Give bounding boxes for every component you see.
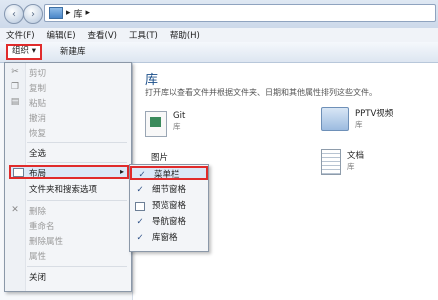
check-icon: ✓ xyxy=(136,233,144,243)
organize-label: 组织 xyxy=(12,46,30,56)
title-bar: ‹ › ▸ 库 ▸ xyxy=(0,0,438,29)
menu-file[interactable]: 文件(F) xyxy=(0,29,41,41)
menu-item-folder-options[interactable]: 文件夹和搜索选项 xyxy=(29,183,97,195)
menu-item-delete[interactable]: 删除 xyxy=(29,205,46,217)
submenu-item-label: 导航窗格 xyxy=(152,217,187,227)
page-title: 库 xyxy=(145,73,159,88)
copy-icon: ❐ xyxy=(10,82,20,92)
menu-item-paste[interactable]: 粘贴 xyxy=(29,97,46,109)
item-name: PPTV视频 xyxy=(355,109,394,119)
back-button[interactable]: ‹ xyxy=(4,4,24,24)
submenu-item-details-pane[interactable]: ✓ 细节窗格 xyxy=(130,183,208,197)
submenu-item-preview-pane[interactable]: 预览窗格 xyxy=(130,199,208,213)
submenu-item-label: 预览窗格 xyxy=(152,201,187,211)
submenu-item-library-pane[interactable]: ✓ 库窗格 xyxy=(130,231,208,245)
menu-edit[interactable]: 编辑(E) xyxy=(41,29,82,41)
menu-separator xyxy=(27,162,127,163)
check-icon: ✓ xyxy=(138,170,146,180)
paste-icon: ▤ xyxy=(10,97,20,107)
video-library-icon xyxy=(321,107,349,131)
check-icon: ✓ xyxy=(136,217,144,227)
item-type: 库 xyxy=(355,120,363,129)
menu-item-layout[interactable]: 布局 ▸ xyxy=(9,165,129,179)
layout-icon xyxy=(13,168,24,177)
layout-submenu: ✓ 菜单栏 ✓ 细节窗格 预览窗格 ✓ 导航窗格 ✓ 库窗格 xyxy=(129,164,209,252)
forward-button[interactable]: › xyxy=(23,4,43,24)
item-name: Git xyxy=(173,111,186,121)
menu-item-select-all[interactable]: 全选 xyxy=(29,147,46,159)
address-bar[interactable]: ▸ 库 ▸ xyxy=(44,4,436,22)
menu-item-rename[interactable]: 重命名 xyxy=(29,220,55,232)
library-item-pptv[interactable]: PPTV视频 库 xyxy=(321,107,393,131)
menu-bar: 文件(F) 编辑(E) 查看(V) 工具(T) 帮助(H) xyxy=(0,28,438,42)
documents-icon xyxy=(321,149,341,175)
new-library-button[interactable]: 新建库 xyxy=(60,45,86,59)
library-item-git[interactable]: Git 库 xyxy=(145,111,185,137)
menu-item-layout-label: 布局 xyxy=(29,169,47,179)
library-description: 打开库以查看文件并根据文件夹、日期和其他属性排列这些文件。 xyxy=(145,88,377,97)
command-toolbar: 组织 ▾ 新建库 xyxy=(0,42,438,63)
submenu-item-label: 菜单栏 xyxy=(154,170,180,180)
menu-separator xyxy=(27,200,127,201)
item-type: 库 xyxy=(173,122,181,131)
submenu-item-label: 库窗格 xyxy=(152,233,178,243)
organize-menu: ✂ 剪切 ❐ 复制 ▤ 粘贴 撤消 恢复 全选 布局 ▸ 文件夹和搜索选项 ✕ … xyxy=(4,62,132,292)
address-separator-icon: ▸ xyxy=(85,8,91,18)
menu-separator xyxy=(27,142,127,143)
menu-item-close[interactable]: 关闭 xyxy=(29,271,46,283)
chevron-down-icon: ▾ xyxy=(31,46,36,56)
menu-item-cut[interactable]: 剪切 xyxy=(29,67,46,79)
menu-item-redo[interactable]: 恢复 xyxy=(29,127,46,139)
address-separator-icon: ▸ xyxy=(66,8,71,18)
submenu-item-navigation-pane[interactable]: ✓ 导航窗格 xyxy=(130,215,208,229)
x-icon: ✕ xyxy=(11,205,19,215)
address-path[interactable]: 库 xyxy=(74,7,83,20)
organize-button[interactable]: 组织 ▾ xyxy=(6,44,42,60)
library-item-documents[interactable]: 文档 库 xyxy=(321,149,364,175)
menu-view[interactable]: 查看(V) xyxy=(82,29,123,41)
library-icon xyxy=(145,111,167,137)
menu-item-copy[interactable]: 复制 xyxy=(29,82,46,94)
check-icon: ✓ xyxy=(136,185,144,195)
menu-separator xyxy=(27,266,127,267)
submenu-arrow-icon: ▸ xyxy=(119,167,124,176)
menu-item-undo[interactable]: 撤消 xyxy=(29,112,46,124)
submenu-item-menubar[interactable]: ✓ 菜单栏 xyxy=(130,166,208,180)
menu-tools[interactable]: 工具(T) xyxy=(123,29,164,41)
menu-item-remove-properties[interactable]: 删除属性 xyxy=(29,235,63,247)
menu-help[interactable]: 帮助(H) xyxy=(164,29,206,41)
submenu-item-label: 细节窗格 xyxy=(152,185,187,195)
scissors-icon: ✂ xyxy=(11,67,19,77)
menu-item-properties[interactable]: 属性 xyxy=(29,250,46,262)
item-type: 库 xyxy=(347,162,355,171)
item-name: 文档 xyxy=(347,151,365,161)
preview-pane-icon xyxy=(135,202,145,211)
library-icon xyxy=(49,7,63,19)
item-name: 图片 xyxy=(151,153,169,163)
